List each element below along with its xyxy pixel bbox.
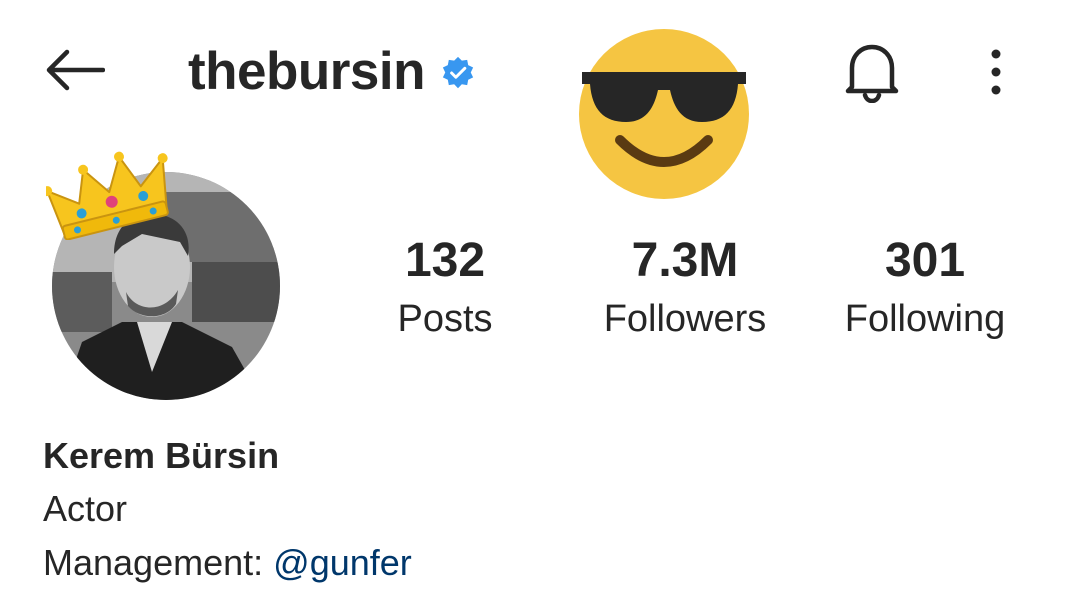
following-count: 301 xyxy=(884,234,966,287)
notifications-button[interactable] xyxy=(836,36,908,108)
full-name: Kerem Bürsin xyxy=(43,435,280,476)
arrow-left-icon xyxy=(46,49,105,91)
verified-badge-icon xyxy=(442,56,474,89)
username: thebursin xyxy=(188,41,425,101)
crown-icon xyxy=(46,151,169,240)
management-prefix: Management: xyxy=(43,542,264,583)
following-label: Following xyxy=(844,298,1006,340)
posts-label: Posts xyxy=(397,298,493,340)
more-vertical-icon xyxy=(991,49,1001,95)
followers-count: 7.3M xyxy=(631,234,739,287)
posts-stat[interactable]: 132 Posts xyxy=(335,232,555,344)
back-button[interactable] xyxy=(36,38,112,102)
posts-count: 132 xyxy=(404,234,486,287)
more-options-button[interactable] xyxy=(968,36,1024,108)
profile-header-title: thebursin xyxy=(188,36,475,106)
profile-bio: Kerem Bürsin Actor Management: @gunfer xyxy=(43,430,412,590)
category-label: Actor xyxy=(43,488,128,529)
followers-stat[interactable]: 7.3M Followers xyxy=(575,232,795,344)
bell-icon xyxy=(845,44,899,103)
management-handle-link[interactable]: @gunfer xyxy=(273,542,412,583)
management-line: Management: @gunfer xyxy=(43,536,412,590)
sunglasses-emoji-icon xyxy=(579,29,749,199)
following-stat[interactable]: 301 Following xyxy=(815,232,1035,344)
followers-label: Followers xyxy=(603,298,767,340)
